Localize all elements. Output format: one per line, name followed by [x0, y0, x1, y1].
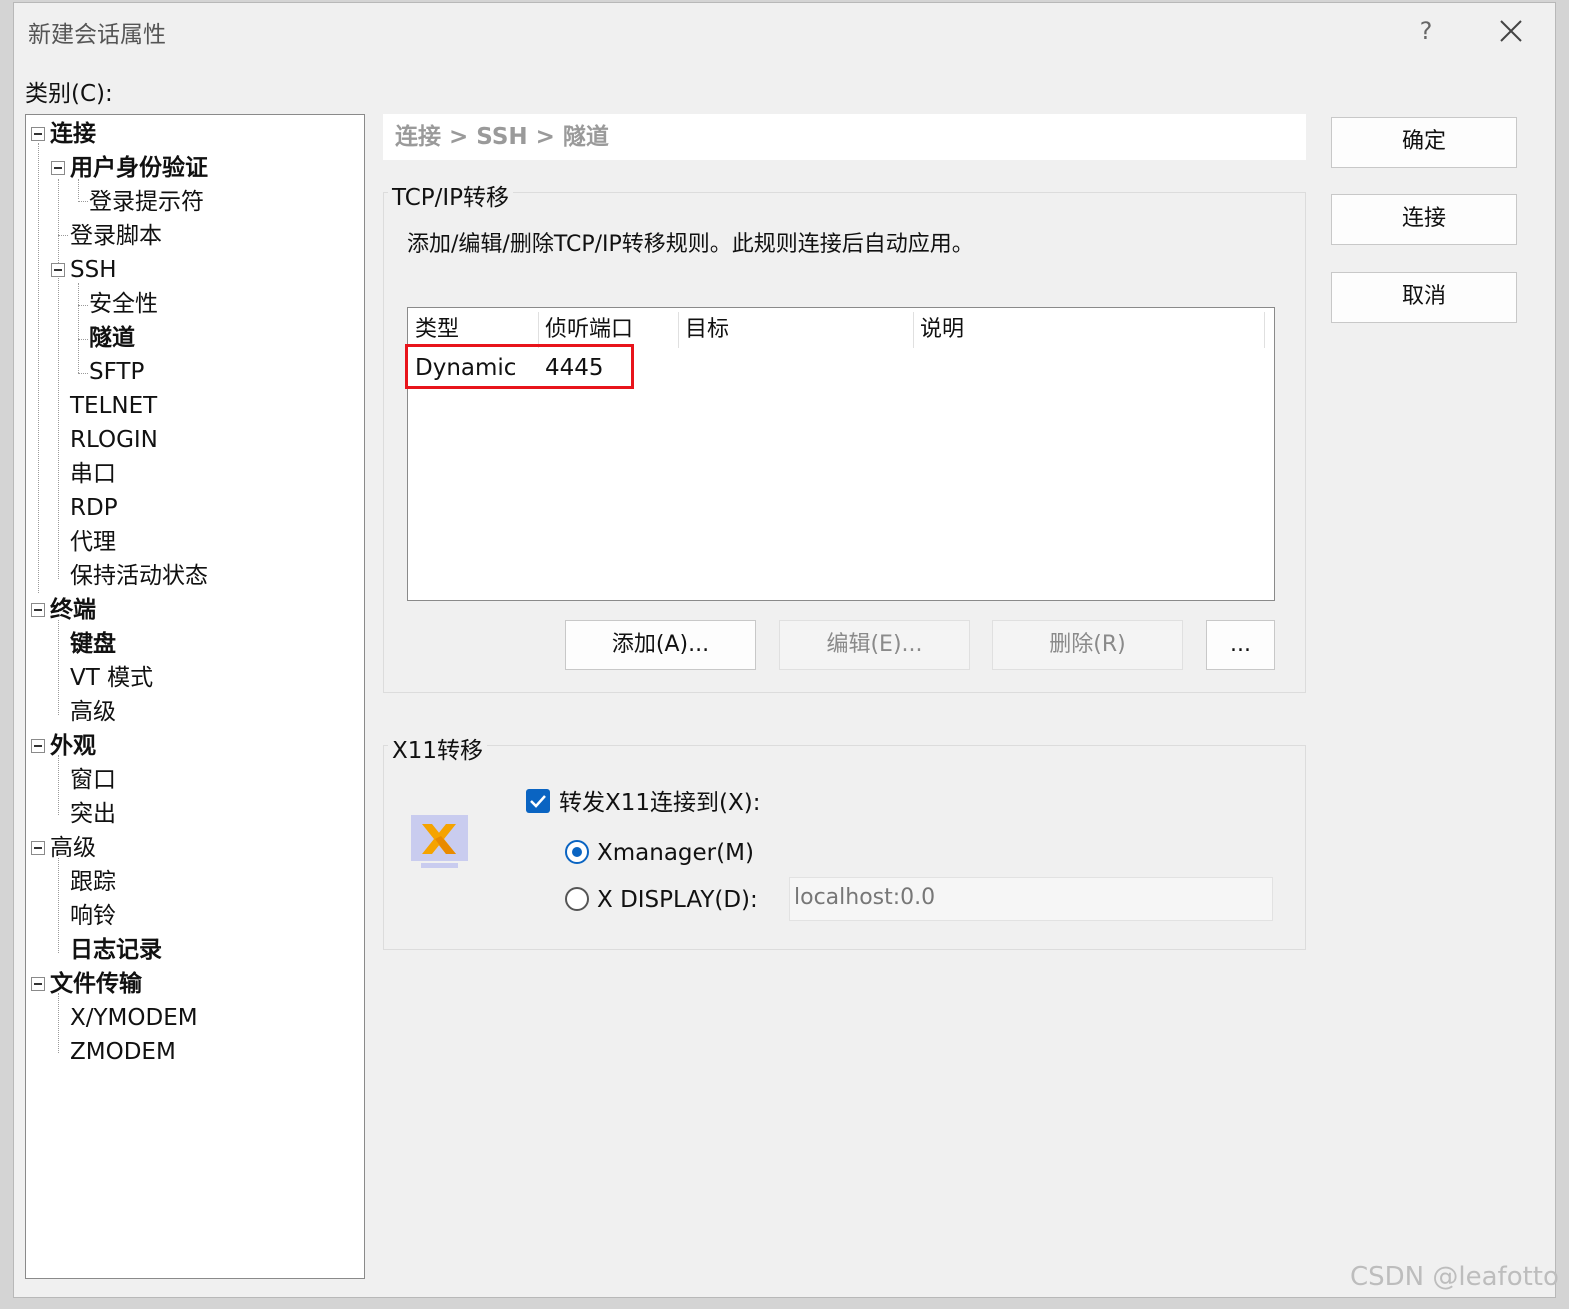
collapse-icon[interactable] [31, 603, 45, 617]
collapse-icon[interactable] [31, 127, 45, 141]
tree-line [78, 339, 88, 340]
tree-item-logging[interactable]: 日志记录 [70, 935, 162, 965]
column-header-type[interactable]: 类型 [415, 312, 459, 348]
tree-line [58, 755, 59, 815]
tree-item-rdp[interactable]: RDP [70, 493, 118, 523]
xmanager-radio[interactable] [565, 840, 589, 864]
forward-x11-checkbox[interactable] [526, 789, 550, 813]
tree-item-rlogin[interactable]: RLOGIN [70, 425, 158, 455]
collapse-icon[interactable] [31, 739, 45, 753]
checkmark-icon [530, 795, 546, 808]
tree-item-ssh[interactable]: SSH [70, 255, 117, 285]
tcp-forwarding-title: TCP/IP转移 [388, 178, 514, 212]
x11-forwarding-title: X11转移 [388, 731, 488, 765]
category-label: 类别(C): [25, 81, 113, 107]
tree-line [58, 858, 59, 953]
column-header-note[interactable]: 说明 [920, 312, 964, 348]
tree-item-bell[interactable]: 响铃 [70, 901, 116, 931]
edit-button[interactable]: 编辑(E)... [779, 620, 970, 670]
column-separator[interactable] [678, 312, 679, 348]
tree-item-terminal-advanced[interactable]: 高级 [70, 697, 116, 727]
collapse-icon[interactable] [31, 977, 45, 991]
column-separator[interactable] [1264, 312, 1265, 348]
column-separator[interactable] [913, 312, 914, 348]
tree-item-proxy[interactable]: 代理 [70, 527, 116, 557]
more-button[interactable]: ... [1206, 620, 1275, 670]
tree-line [38, 143, 39, 593]
x-display-input[interactable]: localhost:0.0 [789, 877, 1273, 921]
forwarding-rules-list[interactable]: 类型 侦听端口 目标 说明 Dynamic 4445 [405, 307, 1275, 601]
tree-item-telnet[interactable]: TELNET [70, 391, 157, 421]
help-button[interactable]: ? [1406, 13, 1446, 49]
cancel-button[interactable]: 取消 [1331, 272, 1517, 323]
xmanager-logo-icon [411, 815, 468, 868]
dialog-title: 新建会话属性 [28, 22, 166, 48]
tree-item-advanced[interactable]: 高级 [50, 833, 96, 863]
tree-item-connection[interactable]: 连接 [50, 119, 96, 149]
tree-item-trace[interactable]: 跟踪 [70, 867, 116, 897]
x-display-radio[interactable] [565, 887, 589, 911]
tree-line [58, 235, 68, 236]
tree-item-terminal[interactable]: 终端 [50, 595, 96, 625]
tree-line [78, 201, 88, 202]
tree-item-tunnel[interactable]: 隧道 [89, 323, 135, 353]
tree-line [58, 179, 59, 579]
watermark-text: CSDN @leafotto [1350, 1262, 1559, 1292]
delete-button[interactable]: 删除(R) [992, 620, 1183, 670]
tree-item-login-script[interactable]: 登录脚本 [70, 221, 162, 251]
tree-item-vt-mode[interactable]: VT 模式 [70, 663, 153, 693]
tree-item-keepalive[interactable]: 保持活动状态 [70, 561, 208, 591]
add-button[interactable]: 添加(A)... [565, 620, 756, 670]
tree-line [78, 373, 88, 374]
tree-item-sftp[interactable]: SFTP [89, 357, 144, 387]
tree-line [58, 993, 59, 1053]
column-header-target[interactable]: 目标 [685, 312, 729, 348]
breadcrumb: 连接 > SSH > 隧道 [383, 114, 1306, 160]
tree-item-login-prompt[interactable]: 登录提示符 [89, 187, 204, 217]
collapse-icon[interactable] [51, 161, 65, 175]
xmanager-label[interactable]: Xmanager(M) [597, 838, 754, 868]
tcp-description: 添加/编辑/删除TCP/IP转移规则。此规则连接后自动应用。 [407, 232, 974, 257]
tree-line [78, 305, 88, 306]
tree-item-xymodem[interactable]: X/YMODEM [70, 1003, 198, 1033]
x-display-label[interactable]: X DISPLAY(D): [597, 885, 758, 915]
tree-item-security[interactable]: 安全性 [89, 289, 158, 319]
tree-item-highlight[interactable]: 突出 [70, 799, 116, 829]
title-bar: 新建会话属性 ? [14, 3, 1555, 59]
collapse-icon[interactable] [51, 263, 65, 277]
tree-item-appearance[interactable]: 外观 [50, 731, 96, 761]
tree-line [78, 283, 79, 373]
connect-button[interactable]: 连接 [1331, 194, 1517, 245]
column-header-port[interactable]: 侦听端口 [545, 312, 633, 348]
tree-line [58, 620, 59, 715]
collapse-icon[interactable] [31, 841, 45, 855]
column-separator[interactable] [538, 312, 539, 348]
category-tree[interactable]: 连接 用户身份验证 登录提示符 登录脚本 SSH 安全性 隧道 SFTP TEL… [25, 114, 365, 1279]
tree-item-window[interactable]: 窗口 [70, 765, 116, 795]
ok-button[interactable]: 确定 [1331, 117, 1517, 168]
tree-item-auth[interactable]: 用户身份验证 [70, 153, 208, 183]
close-icon [1500, 20, 1522, 42]
tree-item-serial[interactable]: 串口 [70, 459, 116, 489]
tree-item-file-transfer[interactable]: 文件传输 [50, 969, 142, 999]
close-button[interactable] [1491, 13, 1531, 49]
annotation-highlight-box [405, 344, 634, 389]
forward-x11-label[interactable]: 转发X11连接到(X): [559, 788, 760, 818]
tree-item-zmodem[interactable]: ZMODEM [70, 1037, 176, 1067]
tree-item-keyboard[interactable]: 键盘 [70, 629, 116, 659]
